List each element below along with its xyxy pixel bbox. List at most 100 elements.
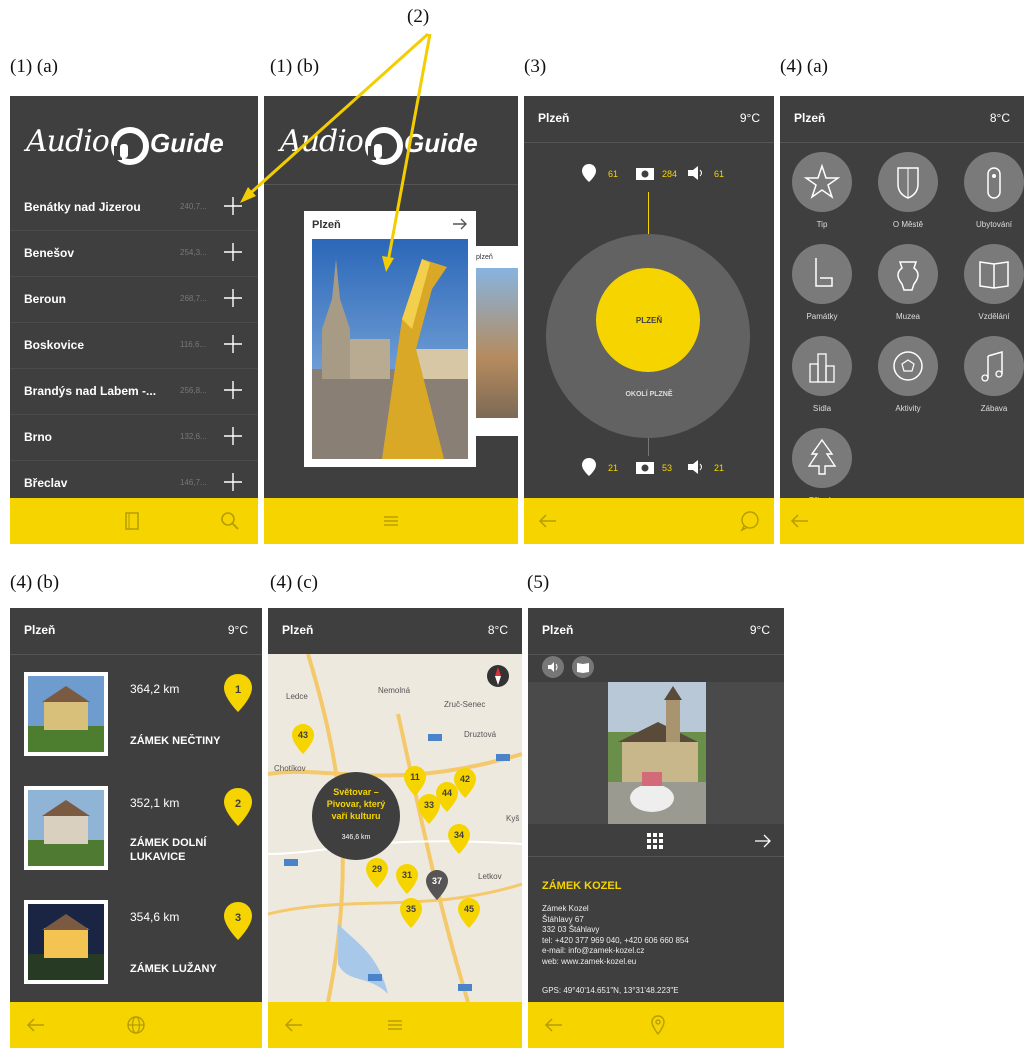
- menu-icon-4c[interactable]: [383, 1013, 407, 1037]
- compass-icon[interactable]: [486, 664, 510, 688]
- category-button[interactable]: [878, 244, 938, 304]
- city-card-next-title: plzeň: [476, 254, 493, 261]
- map-icon[interactable]: [120, 509, 144, 533]
- headphones-logo-icon-2: [365, 127, 403, 165]
- category-button[interactable]: [964, 152, 1024, 212]
- note-icon: [981, 351, 1003, 382]
- category-button[interactable]: [878, 152, 938, 212]
- category-button[interactable]: [878, 336, 938, 396]
- map-marker[interactable]: 43: [292, 724, 314, 754]
- city-row-distance: 132,6...: [180, 432, 207, 441]
- marker-number: 11: [410, 772, 420, 782]
- category-button[interactable]: [964, 336, 1024, 396]
- vase-icon: [897, 261, 919, 291]
- city-row-distance: 268,7...: [180, 294, 207, 303]
- city-row-distance: 116,6...: [180, 340, 207, 349]
- logo-guide-text: Guide: [150, 128, 224, 158]
- city-row[interactable]: Benátky nad Jizerou 240,7...: [10, 184, 258, 231]
- add-icon[interactable]: [222, 471, 244, 493]
- address-line: web: www.zamek-kozel.eu: [542, 956, 637, 966]
- bottom-bar-4b: [10, 1002, 262, 1048]
- next-arrow-icon[interactable]: [754, 834, 772, 848]
- add-icon[interactable]: [222, 195, 244, 217]
- address-line: Štáhlavy 67: [542, 914, 584, 924]
- audio-button[interactable]: [542, 656, 564, 678]
- category-label: Památky: [806, 312, 838, 321]
- place-list-item[interactable]: 364,2 km ZÁMEK NEČTINY 1: [10, 664, 262, 774]
- bottom-bar-3: [524, 498, 774, 544]
- map-marker[interactable]: 11: [404, 766, 426, 796]
- place-distance: 352,1 km: [130, 796, 180, 810]
- city-card-plzen[interactable]: Plzeň: [304, 211, 476, 467]
- arrow-right-icon[interactable]: [452, 217, 468, 231]
- caption-4a: (4) (a): [780, 56, 828, 77]
- header-4b: Plzeň 9°C: [10, 608, 262, 654]
- globe-icon[interactable]: [124, 1013, 148, 1037]
- city-row[interactable]: Benešov 254,3...: [10, 230, 258, 277]
- screen-place-detail: Plzeň 9°C ZÁMEK KOZEL Zámek Kozel Štáhlav…: [528, 608, 784, 1048]
- address-line: tel: +420 377 969 040, +420 606 660 854: [542, 935, 689, 945]
- place-list-item[interactable]: 352,1 km ZÁMEK DOLNÍ LUKAVICE 2: [10, 778, 262, 888]
- search-icon[interactable]: [218, 509, 242, 533]
- city-row-name: Benešov: [24, 246, 75, 260]
- marker-number: 34: [453, 830, 464, 840]
- map-marker[interactable]: 33: [418, 794, 440, 824]
- top-audio-count: 61: [714, 169, 725, 179]
- back-arrow-icon-4c[interactable]: [282, 1013, 306, 1037]
- back-arrow-icon-4a[interactable]: [788, 509, 812, 533]
- place-title: ZÁMEK NEČTINY: [130, 735, 221, 747]
- category-button[interactable]: [964, 244, 1024, 304]
- map-marker[interactable]: 31: [396, 864, 418, 894]
- city-name-4a: Plzeň: [794, 111, 826, 125]
- add-icon[interactable]: [222, 241, 244, 263]
- category-label: Sídla: [812, 404, 832, 413]
- map-marker[interactable]: 45: [458, 898, 480, 928]
- screen-map: Plzeň 8°C Ledce Nemolná Zruč-Senec Chotí…: [268, 608, 522, 1048]
- map-place-1: Nemolná: [378, 686, 411, 695]
- map-popup[interactable]: Světovar – Pivovar, který vaří kulturu 3…: [312, 772, 400, 860]
- category-button[interactable]: [792, 336, 852, 396]
- city-row[interactable]: Brno 132,6...: [10, 414, 258, 461]
- bottom-places-count: 21: [608, 463, 619, 473]
- back-arrow-icon-5[interactable]: [542, 1013, 566, 1037]
- add-icon[interactable]: [222, 333, 244, 355]
- place-list-item[interactable]: 354,6 km ZÁMEK LUŽANY 3: [10, 892, 262, 1002]
- surroundings-label: OKOLÍ PLZNĚ: [625, 391, 673, 398]
- city-row[interactable]: Brandýs nad Labem -... 256,8...: [10, 368, 258, 415]
- category-label: Aktivity: [895, 404, 921, 413]
- location-pin-icon[interactable]: [646, 1013, 670, 1037]
- map-place-4: Druztová: [464, 730, 497, 739]
- screen-city-cards: Audio Guide plzeň Plzeň: [264, 96, 518, 544]
- city-card-next[interactable]: plzeň: [470, 246, 518, 436]
- map-marker[interactable]: 37: [426, 870, 448, 900]
- map-marker[interactable]: 29: [366, 858, 388, 888]
- category-button[interactable]: [792, 152, 852, 212]
- category-label: Muzea: [895, 312, 920, 321]
- menu-icon[interactable]: [379, 509, 403, 533]
- city-row[interactable]: Boskovice 116,6...: [10, 322, 258, 369]
- map-marker[interactable]: 35: [400, 898, 422, 928]
- place-title: ZÁMEK DOLNÍ LUKAVICE: [130, 837, 207, 863]
- marker-number: 43: [297, 730, 308, 740]
- header-4c: Plzeň 8°C: [268, 608, 522, 654]
- audio-guide-logo: Audio Guide: [10, 116, 258, 176]
- back-arrow-icon-4b[interactable]: [24, 1013, 48, 1037]
- category-button[interactable]: [792, 244, 852, 304]
- caption-4b: (4) (b): [10, 572, 60, 593]
- category-button[interactable]: [792, 428, 852, 488]
- add-icon[interactable]: [222, 379, 244, 401]
- book-icon: [979, 261, 1009, 289]
- camera-icon-2: [636, 462, 654, 474]
- map-view[interactable]: Ledce Nemolná Zruč-Senec Chotíkov Druzto…: [268, 654, 522, 1002]
- back-arrow-icon[interactable]: [536, 509, 560, 533]
- chat-bubble-icon[interactable]: [738, 509, 762, 533]
- temperature-4c: 8°C: [487, 623, 508, 637]
- header: Plzeň 9°C: [524, 96, 774, 142]
- map-marker[interactable]: 34: [448, 824, 470, 854]
- add-icon[interactable]: [222, 425, 244, 447]
- city-row[interactable]: Beroun 268,7...: [10, 276, 258, 323]
- gallery-grid-icon[interactable]: [646, 832, 664, 850]
- add-icon[interactable]: [222, 287, 244, 309]
- book-button[interactable]: [572, 656, 594, 678]
- screen-place-list: Plzeň 9°C 364,2 km ZÁMEK NEČTINY 1 352,1 km…: [10, 608, 262, 1048]
